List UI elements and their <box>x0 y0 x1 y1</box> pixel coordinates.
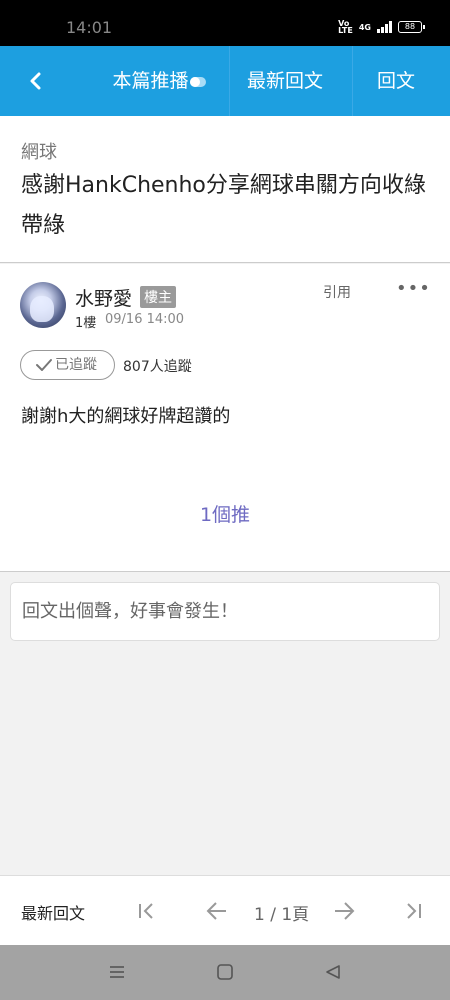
check-icon <box>36 359 52 371</box>
latest-replies-button[interactable]: 最新回文 <box>230 46 340 116</box>
avatar[interactable] <box>20 282 66 328</box>
status-time: 14:01 <box>66 18 113 37</box>
post-content: 謝謝h大的網球好牌超讚的 <box>21 406 231 427</box>
board-name[interactable]: 網球 <box>21 138 57 164</box>
page-indicator: 1 / 1頁 <box>254 905 310 925</box>
bottom-bar: 最新回文 1 / 1頁 <box>0 875 450 945</box>
push-count-button[interactable]: 1個推 <box>0 500 450 527</box>
author-name[interactable]: 水野愛 <box>75 284 132 311</box>
thread-header: 網球 感謝HankChenho分享網球串關方向收綠帶綠 <box>0 116 450 263</box>
back-arrow-icon[interactable] <box>22 66 50 96</box>
reply-button[interactable]: 回文 <box>360 46 432 116</box>
previous-page-icon[interactable] <box>206 900 228 922</box>
network-type: 4G <box>358 22 371 32</box>
quote-button[interactable]: 引用 <box>323 282 351 302</box>
reply-input[interactable]: 回文出個聲，好事會發生！ <box>10 582 440 641</box>
first-page-icon[interactable] <box>136 900 158 922</box>
menu-icon[interactable] <box>108 963 126 981</box>
thread-title: 感謝HankChenho分享網球串關方向收綠帶綠 <box>21 173 426 238</box>
push-notification-toggle[interactable]: 本篇推播 <box>108 46 210 116</box>
follower-count: 807人追蹤 <box>123 359 192 375</box>
next-page-icon[interactable] <box>333 900 355 922</box>
battery-icon: 88 <box>398 21 425 33</box>
follow-button[interactable]: 已追蹤 <box>20 350 115 380</box>
top-nav-bar: 本篇推播 最新回文 回文 <box>0 46 450 116</box>
post-card: 水野愛 樓主 1樓 09/16 14:00 引用 ••• 已追蹤 807人追蹤 … <box>0 264 450 572</box>
more-options-icon[interactable]: ••• <box>396 278 431 299</box>
back-icon[interactable] <box>324 963 342 981</box>
nav-divider <box>352 46 353 116</box>
signal-icon <box>377 21 392 33</box>
system-icons: Vo LTE 4G 88 <box>338 19 425 35</box>
push-label: 本篇推播 <box>112 70 189 92</box>
latest-replies-link[interactable]: 最新回文 <box>21 900 85 924</box>
post-time: 09/16 14:00 <box>105 312 185 327</box>
volte-icon: Vo LTE <box>338 19 353 35</box>
toggle-switch-icon <box>189 76 206 87</box>
floor-number: 1樓 <box>75 316 97 331</box>
op-badge: 樓主 <box>140 286 176 308</box>
status-bar: 14:01 Vo LTE 4G 88 <box>0 0 450 46</box>
last-page-icon[interactable] <box>402 900 424 922</box>
system-navigation-bar <box>0 945 450 1000</box>
home-icon[interactable] <box>216 963 234 981</box>
follow-label: 已追蹤 <box>55 357 97 373</box>
